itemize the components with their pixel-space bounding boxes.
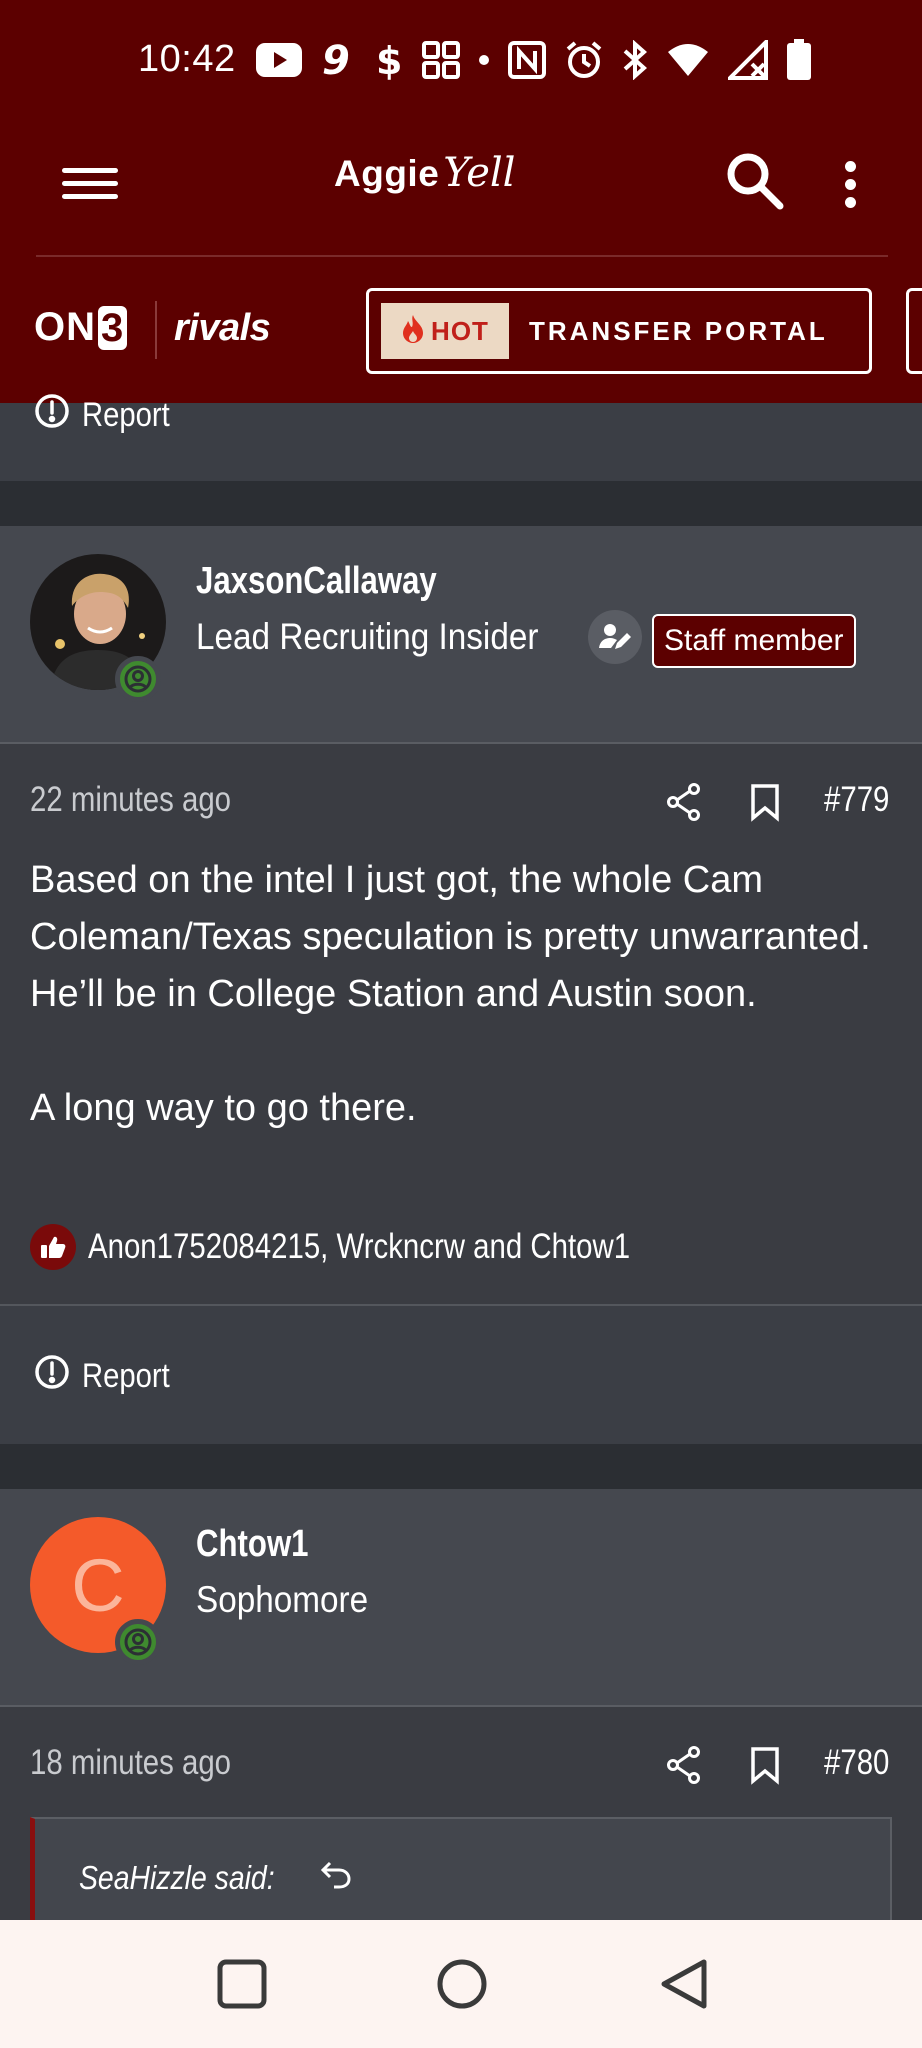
more-options-icon[interactable] [832, 154, 868, 214]
transfer-portal-button[interactable]: HOT TRANSFER PORTAL [366, 288, 872, 374]
status-bar: 10:42 9 $ [0, 0, 922, 124]
alarm-icon [564, 40, 604, 80]
signal-icon [728, 40, 768, 80]
back-icon[interactable] [656, 1956, 712, 2012]
recent-apps-icon[interactable] [214, 1956, 270, 2012]
svg-text:$: $ [376, 40, 402, 80]
battery-icon [786, 39, 812, 81]
system-navigation-bar [0, 1920, 922, 2048]
quote-block[interactable]: SeaHizzle said: [30, 1817, 892, 1937]
share-icon[interactable] [666, 1745, 702, 1785]
post-timestamp[interactable]: 22 minutes ago [30, 780, 269, 820]
logo-script-text: Yell [443, 150, 516, 196]
online-status-icon [115, 1619, 161, 1665]
post-author-block: JaxsonCallaway Lead Recruiting Insider S… [0, 526, 922, 744]
user-edit-icon [588, 610, 642, 664]
post-separator [0, 481, 922, 526]
hamburger-menu-icon[interactable] [62, 160, 118, 220]
post-message: Based on the intel I just got, the whole… [30, 852, 890, 1137]
flame-icon [401, 314, 425, 349]
reactions-summary[interactable]: Anon1752084215, Wrckncrw and Chtow1 [30, 1224, 733, 1270]
widgets-icon [422, 41, 460, 79]
app-9-icon: 9 [320, 40, 356, 80]
aggieyell-logo[interactable]: Aggie Yell [334, 150, 515, 220]
home-icon[interactable] [434, 1956, 490, 2012]
alert-circle-icon [34, 393, 70, 438]
bookmark-icon[interactable] [748, 782, 782, 822]
user-title: Sophomore [196, 1579, 369, 1620]
dollar-icon: $ [374, 40, 404, 80]
report-label: Report [82, 1357, 170, 1395]
previous-post-footer: Report [0, 394, 922, 481]
jump-to-quote-icon[interactable] [320, 1859, 352, 1897]
status-time: 10:42 [138, 38, 236, 80]
report-button[interactable]: Report [34, 1354, 184, 1399]
post-number-link[interactable]: #780 [824, 1743, 902, 1783]
online-status-icon [115, 656, 161, 702]
post-footer: Report [0, 1304, 922, 1444]
post-separator [0, 1444, 922, 1489]
youtube-icon [256, 43, 302, 77]
brand-separator [155, 301, 157, 359]
post-meta: 18 minutes ago #780 [0, 1735, 922, 1795]
share-icon[interactable] [666, 782, 702, 822]
bookmark-icon[interactable] [748, 1745, 782, 1785]
user-title: Lead Recruiting Insider [196, 616, 539, 657]
transfer-portal-label: TRANSFER PORTAL [529, 315, 828, 346]
svg-text:9: 9 [322, 40, 350, 80]
logo-bold-text: Aggie [334, 153, 440, 194]
hot-badge: HOT [381, 303, 509, 359]
bluetooth-icon [622, 40, 648, 80]
nfc-icon [508, 41, 546, 79]
hot-label: HOT [431, 315, 489, 346]
post-number-link[interactable]: #779 [824, 780, 902, 820]
message-paragraph: A long way to go there. [30, 1087, 417, 1129]
app-header: Aggie Yell [0, 124, 922, 257]
post-username[interactable]: Chtow1 [196, 1523, 333, 1566]
post-timestamp[interactable]: 18 minutes ago [30, 1743, 269, 1783]
brand-bar: ON 3 rivals HOT TRANSFER PORTAL [0, 257, 922, 403]
alert-circle-icon [34, 1354, 70, 1399]
message-paragraph: Based on the intel I just got, the whole… [30, 859, 871, 1015]
post-author-block: C Chtow1 Sophomore [0, 1489, 922, 1707]
quote-author[interactable]: SeaHizzle said: [79, 1859, 352, 1897]
on3-logo[interactable]: ON 3 [34, 305, 128, 350]
report-label: Report [82, 396, 170, 434]
staff-member-badge: Staff member [652, 614, 856, 668]
thumbs-up-icon [30, 1224, 76, 1270]
rivals-logo[interactable]: rivals [174, 307, 271, 350]
reactions-users: Anon1752084215, Wrckncrw and Chtow1 [88, 1227, 631, 1266]
avatar-letter: C [71, 1543, 125, 1627]
status-icons: 9 $ [256, 36, 812, 84]
search-icon[interactable] [724, 150, 786, 212]
post-username[interactable]: JaxsonCallaway [196, 560, 490, 603]
next-brand-button[interactable] [906, 288, 922, 374]
post-meta: 22 minutes ago #779 [0, 772, 922, 832]
post-content: 18 minutes ago #780 SeaHizzle said: [0, 1707, 922, 1937]
wifi-icon [666, 42, 710, 78]
report-button[interactable]: Report [34, 393, 184, 438]
post-content: 22 minutes ago #779 Based on the intel I… [0, 744, 922, 1304]
dot-icon [478, 54, 490, 66]
